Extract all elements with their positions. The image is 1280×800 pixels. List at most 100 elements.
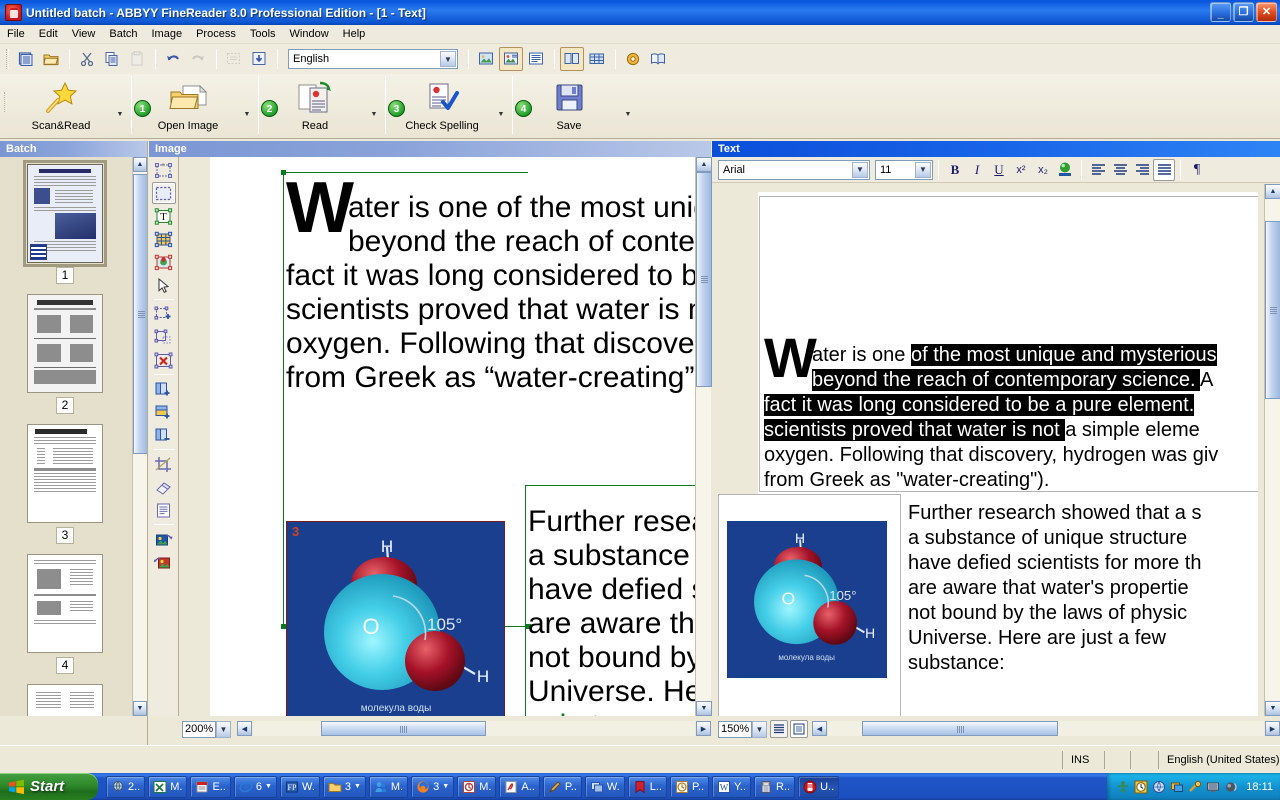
chevron-down-icon[interactable]: ▼ [752,721,767,738]
list-item[interactable]: 3 [0,417,130,547]
layout-table-icon[interactable] [585,47,609,71]
open-image-button[interactable]: 1 Open Image [136,74,240,132]
page-thumbnail[interactable] [27,554,103,653]
scroll-right-icon[interactable]: ▶ [696,721,711,736]
read-button[interactable]: 2 Read [263,74,367,132]
task-button[interactable]: L.. [628,776,667,798]
task-button[interactable]: M. [369,776,408,798]
crop-icon[interactable] [152,453,176,475]
wizard-toolbar-grip[interactable] [4,92,7,112]
task-button[interactable]: P.. [543,776,582,798]
delete-table-cell-icon[interactable] [152,424,176,446]
align-center-button[interactable] [1109,159,1131,181]
layout-side-by-side-icon[interactable] [560,47,584,71]
task-button[interactable]: e6▼ [234,776,277,798]
view-text-only-icon[interactable] [524,47,548,71]
add-table-column-icon[interactable] [152,401,176,423]
close-button[interactable]: ✕ [1256,2,1277,22]
accessibility-icon[interactable] [1116,780,1130,794]
page-thumbnail[interactable] [27,164,103,263]
new-batch-icon[interactable] [14,47,38,71]
display-icon[interactable] [1170,780,1184,794]
task-button[interactable]: FPW. [280,776,320,798]
list-item[interactable]: 2 [0,287,130,417]
text-vertical-scrollbar[interactable]: ▲ ▼ [1264,184,1280,716]
task-button[interactable]: 3▼ [323,776,366,798]
task-button[interactable]: R.. [754,776,795,798]
image-zoom-value[interactable]: 200% [182,721,216,738]
start-button[interactable]: Start [0,773,98,800]
add-to-block-icon[interactable] [152,303,176,325]
cut-icon[interactable] [75,47,99,71]
auto-analyze-block-icon[interactable] [152,159,176,181]
text-canvas[interactable]: W ater is one of the most unique and mys… [718,184,1258,716]
scrollbar-thumb[interactable] [133,174,147,454]
page-thumbnail[interactable] [27,684,103,716]
rotate-image-right-icon[interactable] [152,528,176,550]
menu-item-process[interactable]: Process [189,26,243,42]
list-item[interactable]: 4 [0,547,130,677]
text-zoom-control[interactable]: 150% ▼ [718,721,767,738]
task-button[interactable]: P.. [670,776,709,798]
task-button[interactable]: E.. [190,776,230,798]
align-right-button[interactable] [1131,159,1153,181]
list-item[interactable]: 1 [0,157,130,287]
chevron-down-icon[interactable]: ▼ [440,51,456,67]
save-dropdown[interactable]: ▼ [621,111,635,118]
scan-and-read-dropdown[interactable]: ▼ [113,111,127,118]
superscript-button[interactable]: x² [1010,159,1032,181]
image-horizontal-scrollbar[interactable] [253,721,695,736]
scroll-up-icon[interactable]: ▲ [133,157,147,172]
page-thumbnail[interactable] [27,424,103,523]
task-button[interactable]: 3▼ [411,776,454,798]
task-button[interactable]: W. [585,776,625,798]
delete-block-icon[interactable] [152,349,176,371]
open-folder-icon[interactable] [39,47,63,71]
cut-from-block-icon[interactable] [152,326,176,348]
network-status-icon[interactable] [1152,780,1166,794]
menu-item-edit[interactable]: Edit [32,26,65,42]
plain-text-view-icon[interactable] [770,720,788,738]
bold-button[interactable]: B [944,159,966,181]
chevron-down-icon[interactable]: ▼ [354,783,361,790]
scrollbar-thumb[interactable] [321,721,486,736]
scan-and-read-button[interactable]: Scan&Read [9,74,113,132]
help-book-icon[interactable] [646,47,670,71]
undo-icon[interactable] [161,47,185,71]
menu-item-batch[interactable]: Batch [102,26,144,42]
eraser-icon[interactable] [152,476,176,498]
tray-clock[interactable]: 18:11 [1246,781,1273,793]
monitor-icon[interactable] [1206,780,1220,794]
task-button-active[interactable]: U.. [798,776,839,798]
rotate-image-left-icon[interactable] [152,551,176,573]
draw-text-block-icon[interactable]: T [152,205,176,227]
copy-icon[interactable] [100,47,124,71]
task-button[interactable]: A.. [499,776,539,798]
scroll-left-icon[interactable]: ◀ [237,721,252,736]
restore-button[interactable]: ❐ [1233,2,1254,22]
task-button[interactable]: WY.. [712,776,751,798]
scroll-right-icon[interactable]: ▶ [1265,721,1280,736]
page-layout-view-icon[interactable] [790,720,808,738]
language-combo[interactable]: English ▼ [288,49,458,69]
menu-item-file[interactable]: File [0,26,32,42]
chevron-down-icon[interactable]: ▼ [852,162,868,178]
clock-icon[interactable] [1134,780,1148,794]
scroll-up-icon[interactable]: ▲ [696,157,712,172]
scrollbar-thumb[interactable] [696,172,712,387]
font-size-combo[interactable]: 11 ▼ [875,160,933,180]
task-button[interactable]: M. [148,776,187,798]
task-button[interactable]: M. [457,776,496,798]
list-item[interactable]: 5 [0,677,130,716]
task-button[interactable]: 2.. [106,776,145,798]
scroll-down-icon[interactable]: ▼ [696,701,712,716]
draw-picture-block-icon[interactable] [152,251,176,273]
text-zoom-value[interactable]: 150% [718,721,752,738]
underline-button[interactable]: U [988,159,1010,181]
save-down-icon[interactable] [247,47,271,71]
image-vertical-scrollbar[interactable]: ▲ ▼ [695,157,711,716]
font-family-combo[interactable]: Arial ▼ [718,160,870,180]
read-dropdown[interactable]: ▼ [367,111,381,118]
scroll-down-icon[interactable]: ▼ [133,701,147,716]
draw-table-block-icon[interactable] [152,228,176,250]
